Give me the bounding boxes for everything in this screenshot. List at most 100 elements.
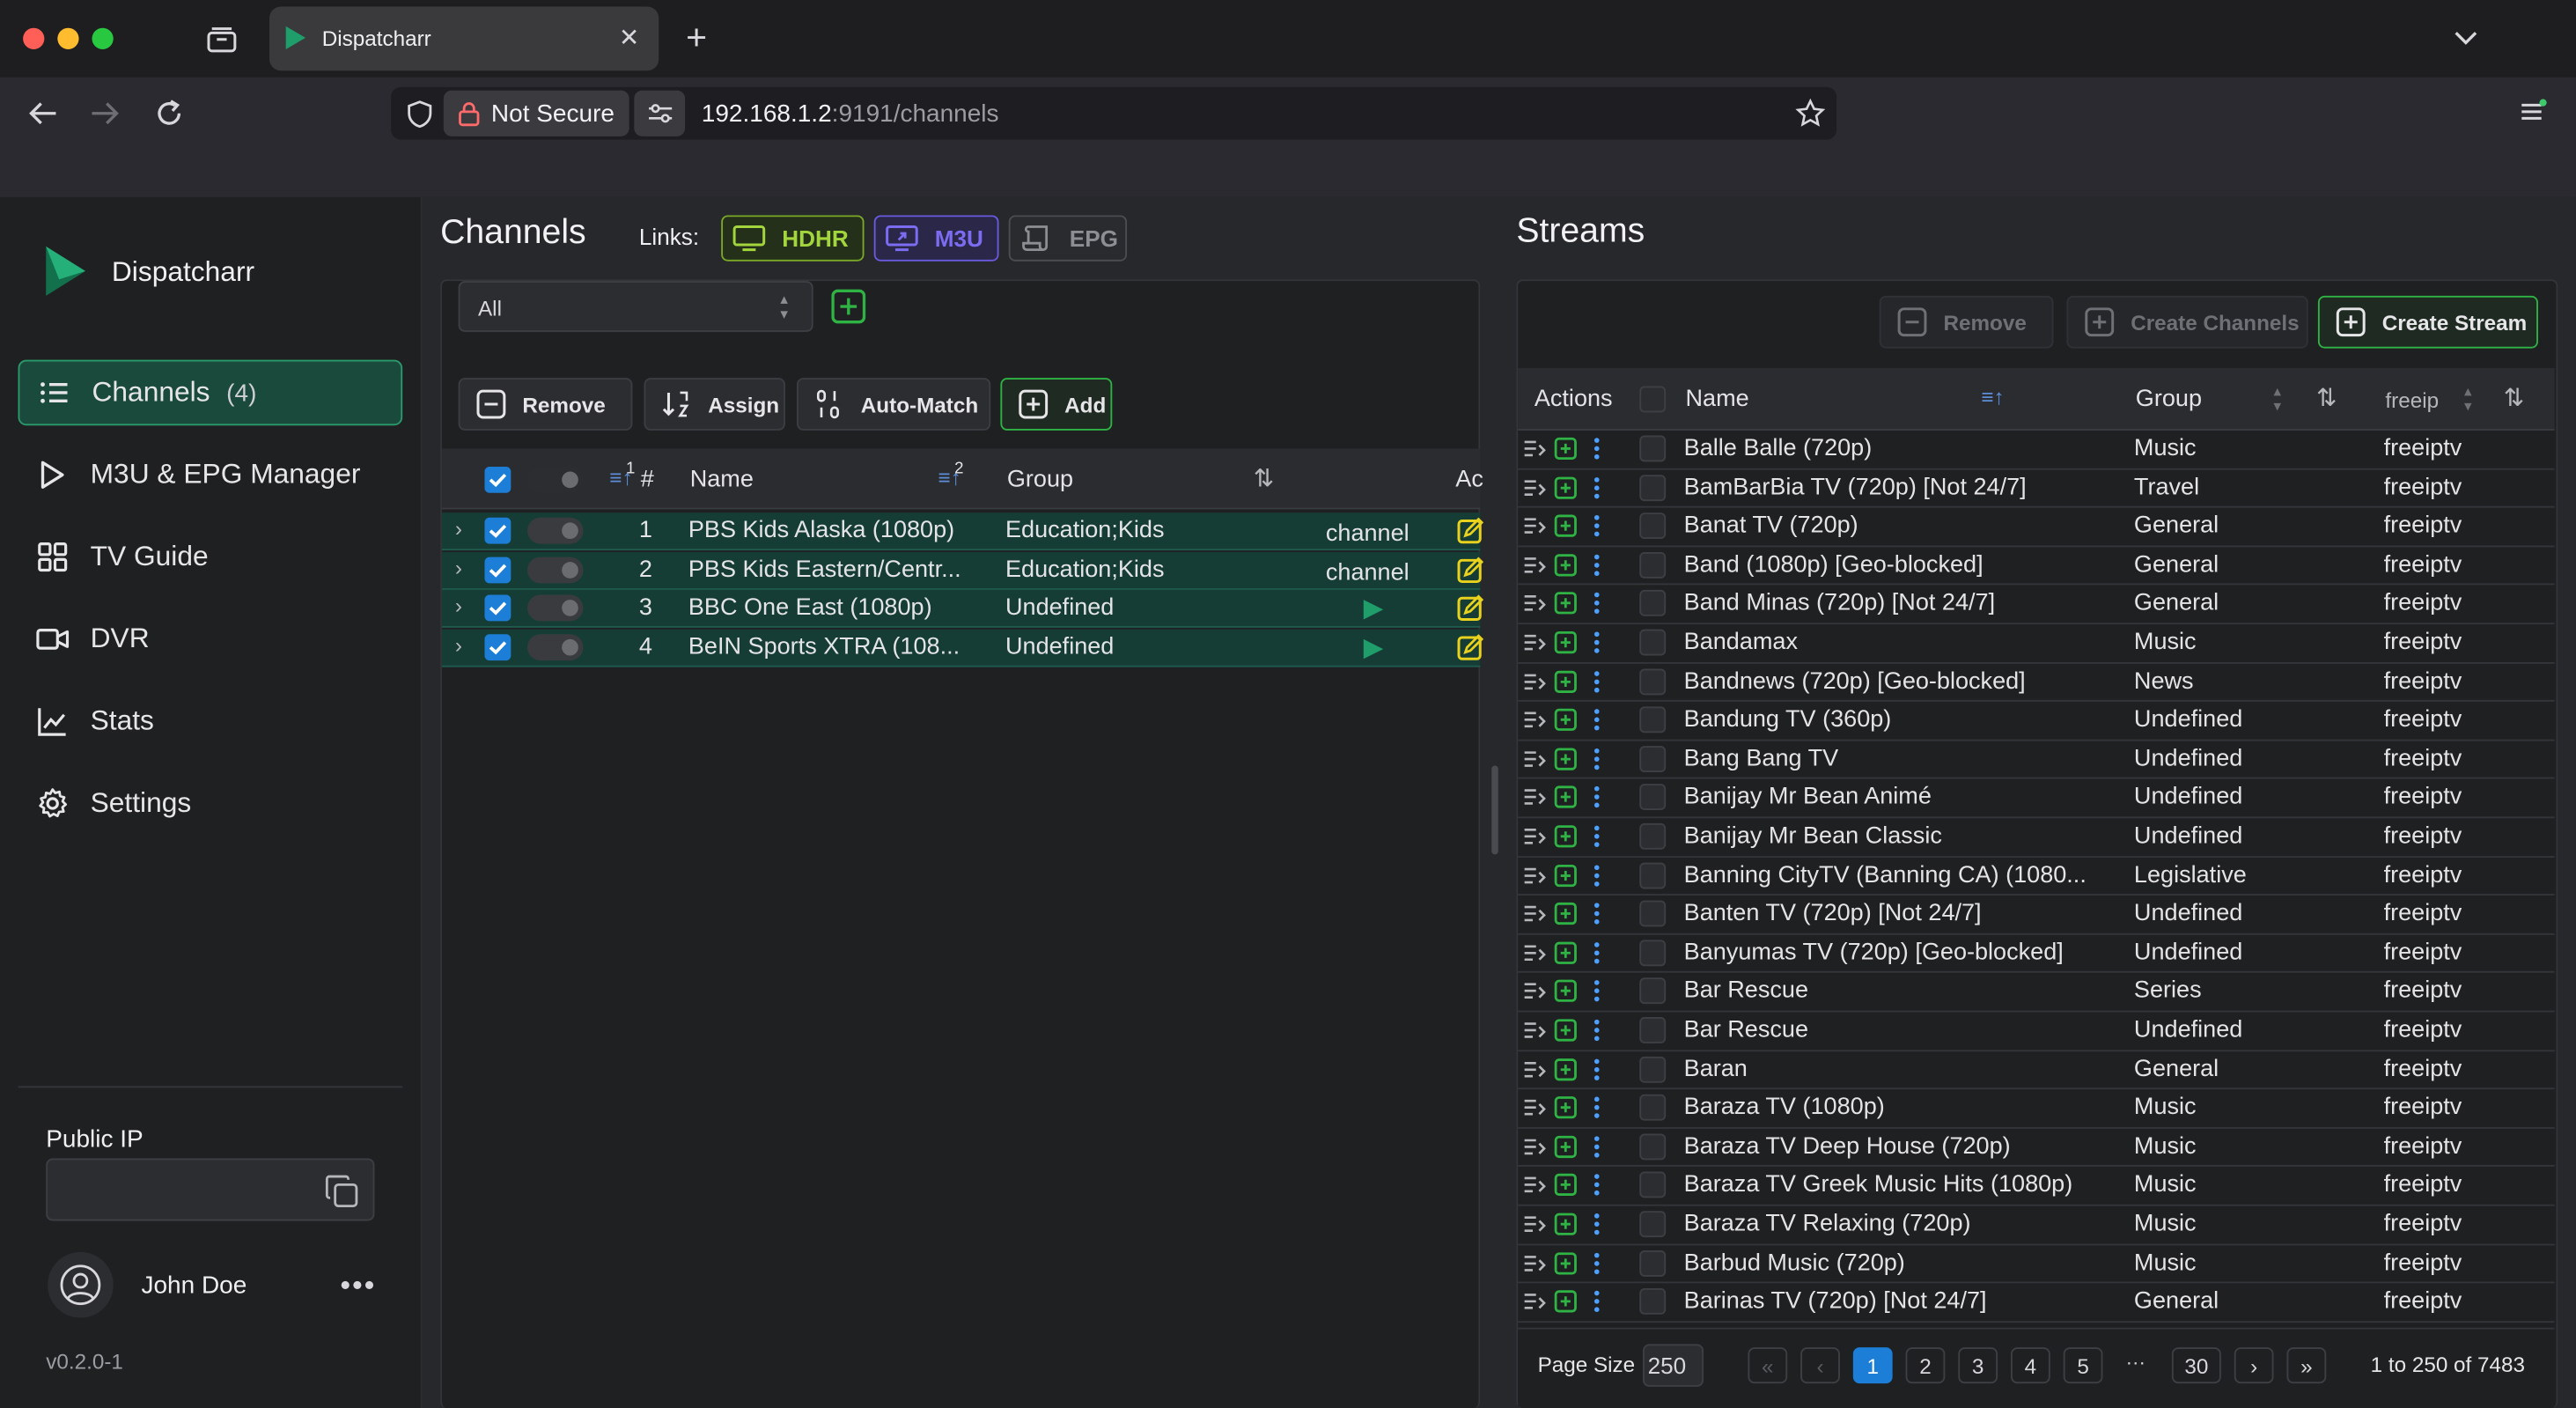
create-channel-icon[interactable]	[1554, 437, 1577, 467]
add-to-channel-icon[interactable]	[1523, 1135, 1546, 1165]
browser-tab[interactable]: Dispatcharr ✕	[269, 6, 659, 71]
row-checkbox[interactable]	[1639, 1211, 1667, 1238]
table-row[interactable]: Bar Rescue Series freeiptv	[1518, 973, 2555, 1013]
column-header-name[interactable]: Name	[690, 467, 754, 493]
add-to-channel-icon[interactable]	[1523, 903, 1546, 933]
new-tab-icon[interactable]: +	[679, 17, 715, 58]
sort-toggle-icon[interactable]: ⇅	[1254, 463, 1274, 493]
assign-button[interactable]: Assign	[644, 378, 785, 431]
bookmark-star-icon[interactable]	[1794, 97, 1827, 129]
row-checkbox[interactable]	[1639, 706, 1667, 733]
create-channel-icon[interactable]	[1554, 864, 1577, 894]
create-channel-icon[interactable]	[1554, 941, 1577, 971]
epg-link-button[interactable]: EPG	[1008, 215, 1128, 262]
table-row[interactable]: Bandung TV (360p) Undefined freeiptv	[1518, 702, 2555, 741]
url-text[interactable]: 192.168.1.2:9191/channels	[702, 100, 999, 129]
shield-icon[interactable]	[402, 97, 435, 129]
more-vertical-icon[interactable]	[1592, 552, 1601, 585]
create-channel-icon[interactable]	[1554, 786, 1577, 816]
page-button-4[interactable]: 4	[2010, 1347, 2050, 1384]
table-row[interactable]: › 3 BBC One East (1080p) Undefined	[441, 589, 1484, 628]
table-row[interactable]: › 2 PBS Kids Eastern/Centr... Education;…	[441, 551, 1484, 589]
create-channel-icon[interactable]	[1554, 1213, 1577, 1242]
more-vertical-icon[interactable]	[1592, 1017, 1601, 1050]
add-to-channel-icon[interactable]	[1523, 1251, 1546, 1281]
more-vertical-icon[interactable]	[1592, 707, 1601, 740]
page-size-input[interactable]: 250	[1643, 1344, 1704, 1387]
create-channel-icon[interactable]	[1554, 1290, 1577, 1320]
select-all-channels-checkbox[interactable]	[484, 466, 512, 493]
row-checkbox[interactable]	[1639, 1095, 1667, 1121]
table-row[interactable]: Band (1080p) [Geo-blocked] General freeipt…	[1518, 547, 2555, 586]
create-stream-button[interactable]: Create Stream	[2317, 295, 2538, 349]
more-vertical-icon[interactable]	[1592, 823, 1601, 856]
public-ip-field[interactable]	[46, 1158, 375, 1221]
table-row[interactable]: Band Minas (720p) [Not 24/7] General freei…	[1518, 586, 2555, 625]
more-vertical-icon[interactable]	[1592, 746, 1601, 778]
sidebar-item-m3u-epg-manager[interactable]: M3U & EPG Manager	[18, 442, 403, 508]
table-row[interactable]: › 1 PBS Kids Alaska (1080p) Education;Ki…	[441, 512, 1484, 551]
add-to-channel-icon[interactable]	[1523, 1019, 1546, 1049]
select-all-streams-checkbox[interactable]	[1639, 386, 1667, 413]
back-icon[interactable]	[25, 95, 61, 131]
table-row[interactable]: Barbud Music (720p) Music freeiptv	[1518, 1245, 2555, 1284]
row-checkbox[interactable]	[1639, 861, 1667, 888]
add-to-channel-icon[interactable]	[1523, 1290, 1546, 1320]
sidebar-item-tv-guide[interactable]: TV Guide	[18, 524, 403, 590]
user-menu-dots-icon[interactable]: •••	[335, 1268, 381, 1301]
expand-chevron-icon[interactable]: ›	[455, 555, 462, 579]
table-row[interactable]: Baran General freeiptv	[1518, 1050, 2555, 1090]
row-checkbox[interactable]	[1639, 784, 1667, 811]
row-checkbox[interactable]	[1639, 1250, 1667, 1277]
remove-channels-button[interactable]: Remove	[458, 378, 633, 431]
edit-icon[interactable]	[1457, 594, 1484, 627]
row-checkbox[interactable]	[1639, 512, 1667, 540]
add-to-channel-icon[interactable]	[1523, 941, 1546, 971]
more-vertical-icon[interactable]	[1592, 1133, 1601, 1166]
sort-asc-icon[interactable]: ≡↑	[1981, 385, 2004, 409]
row-checkbox[interactable]	[1639, 551, 1667, 579]
m3u-link-button[interactable]: M3U	[873, 215, 999, 262]
row-checkbox[interactable]	[1639, 1133, 1667, 1161]
create-channel-icon[interactable]	[1554, 1135, 1577, 1165]
column-header-group[interactable]: Group	[2136, 387, 2202, 413]
row-checkbox[interactable]	[1639, 822, 1667, 850]
close-window-button[interactable]	[23, 27, 45, 49]
table-row[interactable]: Banten TV (720p) [Not 24/7] Undefined free…	[1518, 896, 2555, 935]
forward-icon[interactable]	[87, 95, 123, 131]
table-row[interactable]: Banning CityTV (Banning CA) (1080... Legi…	[1518, 857, 2555, 896]
more-vertical-icon[interactable]	[1592, 785, 1601, 817]
prev-page-button[interactable]: ‹	[1800, 1347, 1840, 1384]
row-checkbox[interactable]	[1639, 900, 1667, 927]
create-channel-icon[interactable]	[1554, 553, 1577, 583]
create-channel-icon[interactable]	[1554, 592, 1577, 622]
page-button-last[interactable]: 30	[2171, 1347, 2221, 1384]
add-to-channel-icon[interactable]	[1523, 631, 1546, 661]
add-to-channel-icon[interactable]	[1523, 1096, 1546, 1126]
expand-chevron-icon[interactable]: ›	[455, 631, 462, 656]
create-channel-icon[interactable]	[1554, 748, 1577, 778]
row-checkbox[interactable]	[484, 594, 512, 622]
row-checkbox[interactable]	[1639, 435, 1667, 462]
column-header-actions[interactable]: Ac	[1455, 467, 1483, 493]
create-channel-icon[interactable]	[1554, 670, 1577, 700]
create-channel-icon[interactable]	[1554, 631, 1577, 661]
add-to-channel-icon[interactable]	[1523, 592, 1546, 622]
add-to-channel-icon[interactable]	[1523, 1213, 1546, 1242]
row-checkbox[interactable]	[1639, 1288, 1667, 1316]
create-channel-icon[interactable]	[1554, 1251, 1577, 1281]
not-secure-badge[interactable]: Not Secure	[443, 90, 629, 136]
sidebar-item-settings[interactable]: Settings	[18, 770, 403, 837]
hdhr-link-button[interactable]: HDHR	[721, 215, 865, 262]
table-row[interactable]: BamBarBia TV (720p) [Not 24/7] Travel free…	[1518, 469, 2555, 508]
edit-icon[interactable]	[1457, 517, 1484, 550]
row-checkbox[interactable]	[1639, 1017, 1667, 1043]
add-to-channel-icon[interactable]	[1523, 709, 1546, 739]
row-checkbox[interactable]	[484, 556, 512, 583]
more-vertical-icon[interactable]	[1592, 1211, 1601, 1243]
table-row[interactable]: Bang Bang TV Undefined freeiptv	[1518, 741, 2555, 780]
create-channel-icon[interactable]	[1554, 1058, 1577, 1087]
permissions-button[interactable]	[634, 90, 686, 136]
channel-enable-toggle[interactable]	[526, 556, 584, 583]
table-row[interactable]: Banijay Mr Bean Animé Undefined freeiptv	[1518, 779, 2555, 819]
